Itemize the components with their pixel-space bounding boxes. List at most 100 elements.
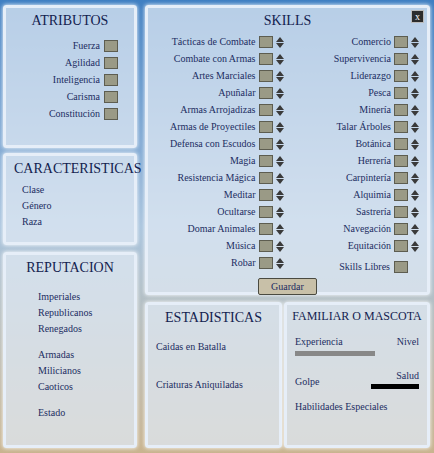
- down-arrow-icon[interactable]: [276, 94, 284, 99]
- statistics-title: ESTADISTICAS: [156, 309, 271, 327]
- skill-arrows[interactable]: [276, 258, 284, 269]
- skill-arrows[interactable]: [411, 241, 419, 252]
- skill-arrows[interactable]: [411, 71, 419, 82]
- up-arrow-icon[interactable]: [276, 105, 284, 110]
- skill-arrows[interactable]: [411, 139, 419, 150]
- down-arrow-icon[interactable]: [276, 128, 284, 133]
- down-arrow-icon[interactable]: [411, 230, 419, 235]
- up-arrow-icon[interactable]: [411, 156, 419, 161]
- skill-arrows[interactable]: [411, 173, 419, 184]
- skill-arrows[interactable]: [276, 122, 284, 133]
- skill-arrows[interactable]: [411, 37, 419, 48]
- up-arrow-icon[interactable]: [276, 224, 284, 229]
- down-arrow-icon[interactable]: [411, 60, 419, 65]
- skill-arrows[interactable]: [411, 105, 419, 116]
- down-arrow-icon[interactable]: [276, 43, 284, 48]
- down-arrow-icon[interactable]: [411, 94, 419, 99]
- reputation-title: REPUTACION: [14, 259, 126, 277]
- up-arrow-icon[interactable]: [276, 241, 284, 246]
- statistic-label: Caidas en Batalla: [156, 341, 271, 353]
- down-arrow-icon[interactable]: [411, 128, 419, 133]
- down-arrow-icon[interactable]: [276, 111, 284, 116]
- down-arrow-icon[interactable]: [411, 77, 419, 82]
- skill-arrows[interactable]: [411, 54, 419, 65]
- save-button[interactable]: Guardar: [258, 278, 317, 295]
- up-arrow-icon[interactable]: [276, 258, 284, 263]
- skill-arrows[interactable]: [411, 156, 419, 167]
- down-arrow-icon[interactable]: [411, 162, 419, 167]
- skill-value-box: [394, 189, 408, 201]
- up-arrow-icon[interactable]: [276, 71, 284, 76]
- down-arrow-icon[interactable]: [411, 247, 419, 252]
- down-arrow-icon[interactable]: [411, 179, 419, 184]
- up-arrow-icon[interactable]: [411, 190, 419, 195]
- down-arrow-icon[interactable]: [276, 145, 284, 150]
- down-arrow-icon[interactable]: [276, 213, 284, 218]
- skill-arrows[interactable]: [276, 190, 284, 201]
- up-arrow-icon[interactable]: [411, 37, 419, 42]
- statistic-label: Criaturas Aniquiladas: [156, 379, 271, 391]
- up-arrow-icon[interactable]: [276, 54, 284, 59]
- down-arrow-icon[interactable]: [411, 213, 419, 218]
- up-arrow-icon[interactable]: [411, 207, 419, 212]
- skill-arrows[interactable]: [276, 54, 284, 65]
- down-arrow-icon[interactable]: [276, 77, 284, 82]
- skill-arrows[interactable]: [276, 241, 284, 252]
- up-arrow-icon[interactable]: [276, 190, 284, 195]
- down-arrow-icon[interactable]: [411, 196, 419, 201]
- up-arrow-icon[interactable]: [411, 241, 419, 246]
- down-arrow-icon[interactable]: [276, 60, 284, 65]
- up-arrow-icon[interactable]: [411, 139, 419, 144]
- free-skills-box: [394, 261, 408, 273]
- up-arrow-icon[interactable]: [411, 173, 419, 178]
- skill-row: Ocultarse: [156, 204, 284, 221]
- down-arrow-icon[interactable]: [276, 247, 284, 252]
- close-button[interactable]: x: [411, 10, 424, 23]
- skill-arrows[interactable]: [411, 224, 419, 235]
- skill-arrows[interactable]: [276, 88, 284, 99]
- down-arrow-icon[interactable]: [276, 179, 284, 184]
- skill-arrows[interactable]: [276, 224, 284, 235]
- up-arrow-icon[interactable]: [276, 139, 284, 144]
- skill-label: Armas Arrojadizas: [180, 104, 255, 116]
- skill-arrows[interactable]: [411, 122, 419, 133]
- down-arrow-icon[interactable]: [276, 162, 284, 167]
- skill-arrows[interactable]: [276, 105, 284, 116]
- reputation-label: Armadas: [38, 349, 126, 361]
- up-arrow-icon[interactable]: [276, 88, 284, 93]
- skill-arrows[interactable]: [411, 207, 419, 218]
- skill-label: Apuñalar: [218, 87, 255, 99]
- up-arrow-icon[interactable]: [411, 122, 419, 127]
- skill-arrows[interactable]: [411, 88, 419, 99]
- up-arrow-icon[interactable]: [411, 88, 419, 93]
- skill-value-box: [259, 138, 273, 150]
- skill-row: Talar Árboles: [292, 119, 420, 136]
- down-arrow-icon[interactable]: [411, 43, 419, 48]
- down-arrow-icon[interactable]: [276, 264, 284, 269]
- up-arrow-icon[interactable]: [411, 105, 419, 110]
- skill-arrows[interactable]: [276, 71, 284, 82]
- up-arrow-icon[interactable]: [411, 54, 419, 59]
- skill-arrows[interactable]: [276, 139, 284, 150]
- up-arrow-icon[interactable]: [411, 71, 419, 76]
- skill-arrows[interactable]: [276, 173, 284, 184]
- skill-arrows[interactable]: [276, 207, 284, 218]
- level-label: Nivel: [397, 336, 419, 348]
- up-arrow-icon[interactable]: [276, 156, 284, 161]
- skill-value-box: [259, 155, 273, 167]
- skill-arrows[interactable]: [411, 190, 419, 201]
- up-arrow-icon[interactable]: [411, 224, 419, 229]
- up-arrow-icon[interactable]: [276, 173, 284, 178]
- skill-arrows[interactable]: [276, 37, 284, 48]
- down-arrow-icon[interactable]: [411, 111, 419, 116]
- up-arrow-icon[interactable]: [276, 122, 284, 127]
- down-arrow-icon[interactable]: [276, 230, 284, 235]
- up-arrow-icon[interactable]: [276, 207, 284, 212]
- skill-row: Pesca: [292, 85, 420, 102]
- skill-arrows[interactable]: [276, 156, 284, 167]
- up-arrow-icon[interactable]: [276, 37, 284, 42]
- down-arrow-icon[interactable]: [411, 145, 419, 150]
- hit-label: Golpe: [295, 376, 319, 388]
- skills-left-column: Tácticas de CombateCombate con ArmasArte…: [156, 34, 284, 276]
- down-arrow-icon[interactable]: [276, 196, 284, 201]
